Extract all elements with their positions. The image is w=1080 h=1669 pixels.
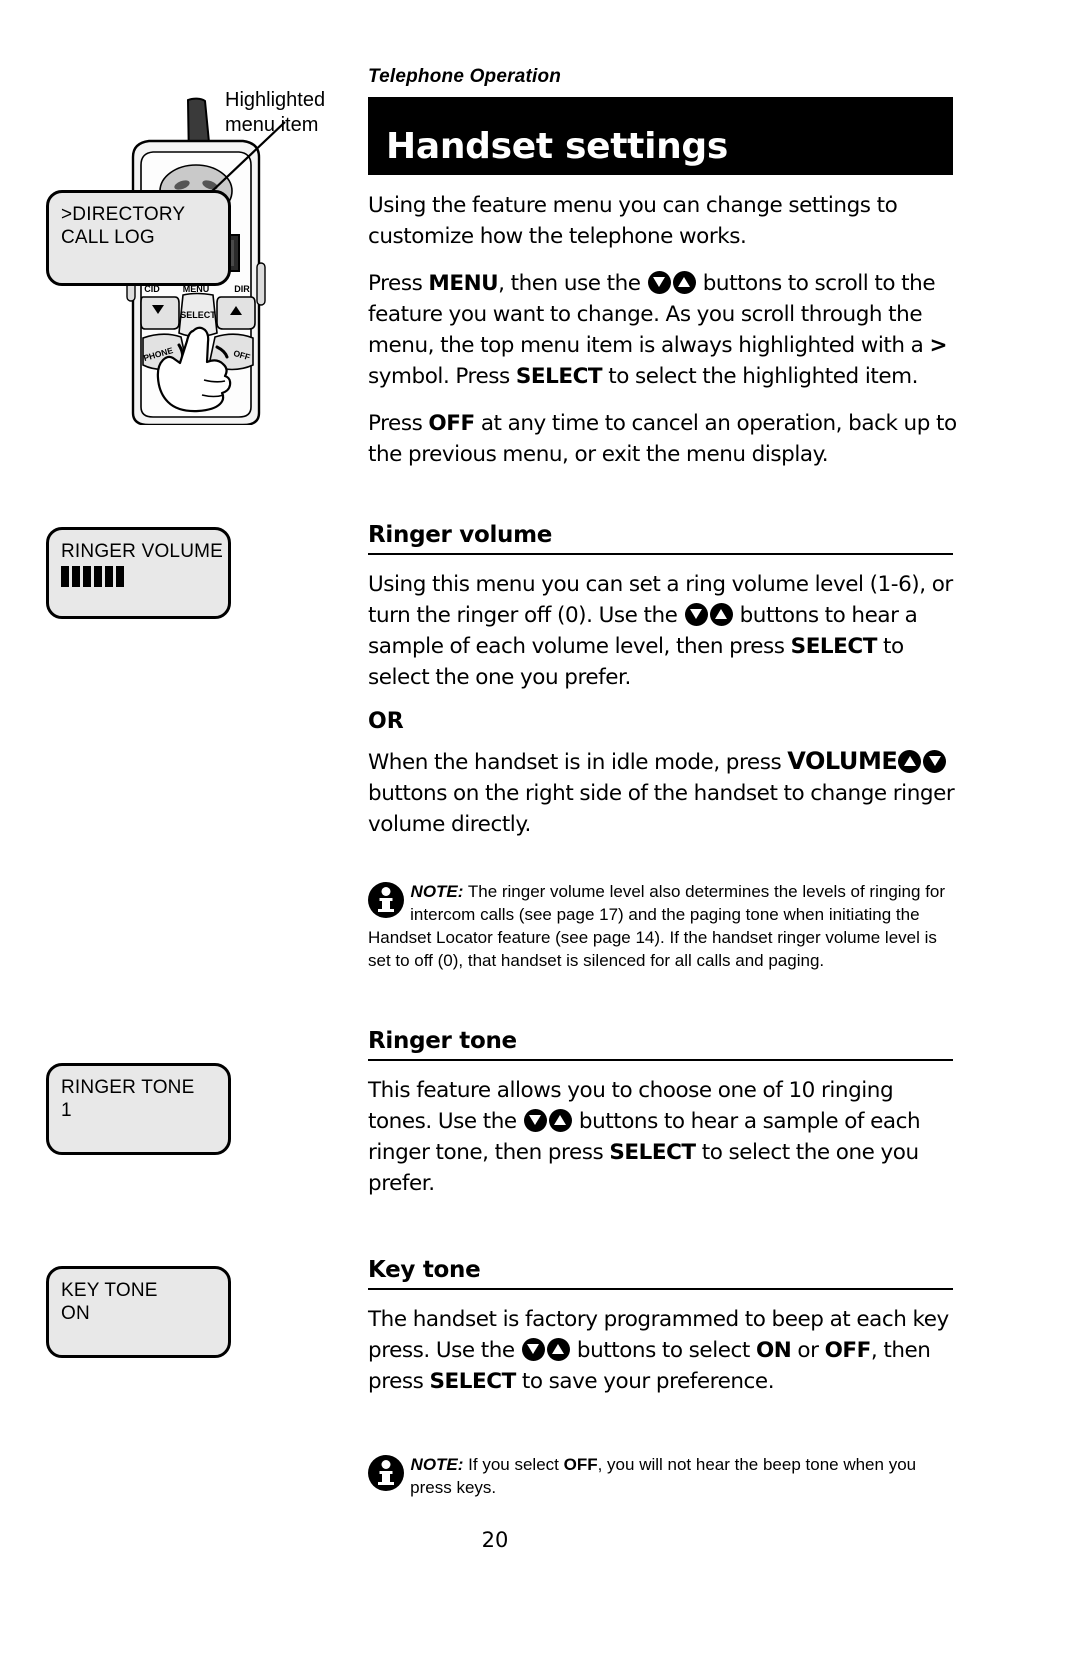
off-key-name: OFF (563, 1455, 598, 1474)
volume-up-icon (546, 1338, 570, 1361)
page-title-banner: Handset settings (368, 97, 953, 175)
or-divider: OR (368, 709, 404, 734)
key-tone-paragraph-1: The handset is factory programmed to bee… (368, 1304, 958, 1397)
ringer-volume-paragraph-2: When the handset is in idle mode, press … (368, 746, 958, 840)
intro-paragraph-3: Press OFF at any time to cancel an opera… (368, 408, 958, 470)
volume-down-icon (923, 750, 947, 773)
intro-p2-a: Press (368, 271, 429, 296)
volume-bar (72, 566, 80, 587)
off-key-name: OFF (428, 411, 475, 436)
note-key-tone: NOTE: If you select OFF, you will not he… (368, 1453, 958, 1499)
screen-key-tone: KEY TONE ON (46, 1266, 231, 1358)
select-key-name: SELECT (515, 364, 603, 389)
note-label: NOTE: (410, 882, 464, 901)
note-key-tone-text: NOTE: If you select OFF, you will not he… (410, 1455, 916, 1497)
intro-p2-e: to select the highlighted item. (602, 364, 918, 389)
rv-p2-b: buttons on the right side of the handset… (368, 781, 955, 837)
screen-key-tone-line1: KEY TONE (61, 1280, 158, 1301)
intro-p3-a: Press (368, 411, 429, 436)
volume-up-icon (548, 1109, 572, 1132)
running-head: Telephone Operation (368, 66, 562, 87)
kt-p1-d: to save your preference. (515, 1369, 775, 1394)
screen-directory-line1: >DIRECTORY (61, 204, 186, 225)
note-label: NOTE: (410, 1455, 464, 1474)
info-icon (368, 882, 404, 918)
select-key-name: SELECT (609, 1140, 696, 1165)
select-key-name: SELECT (429, 1369, 516, 1394)
page-title: Handset settings (386, 126, 729, 167)
screen-ringer-tone-line2: 1 (61, 1100, 72, 1121)
intro-p2-d: symbol. Press (368, 364, 516, 389)
volume-key-name: VOLUME (787, 747, 898, 775)
gt-symbol: > (929, 333, 948, 358)
svg-text:DIR: DIR (234, 284, 250, 294)
select-key-name: SELECT (790, 634, 878, 659)
kt-p1-or: or (791, 1338, 825, 1363)
svg-text:SELECT: SELECT (180, 310, 216, 320)
manual-page: Highlighted menu item CID MENU DIR SELEC… (0, 0, 1080, 1669)
volume-down-icon (521, 1338, 545, 1361)
screen-directory: >DIRECTORY CALL LOG (46, 190, 231, 286)
heading-ringer-volume: Ringer volume (368, 522, 953, 555)
volume-up-icon (898, 750, 922, 773)
heading-ringer-tone: Ringer tone (368, 1028, 953, 1061)
page-number-value: 20 (481, 1528, 509, 1552)
intro-paragraph-1: Using the feature menu you can change se… (368, 193, 898, 249)
info-icon (368, 1455, 404, 1491)
volume-down-icon (684, 603, 708, 626)
screen-ringer-volume: RINGER VOLUME (46, 527, 231, 619)
heading-key-tone: Key tone (368, 1257, 953, 1290)
screen-ringer-tone-line1: RINGER TONE (61, 1077, 195, 1098)
screen-directory-line2: CALL LOG (61, 227, 155, 248)
page-number: 20 (0, 1528, 1080, 1552)
volume-bar (116, 566, 124, 587)
volume-bar (61, 566, 69, 587)
on-key-name: ON (755, 1338, 792, 1363)
kt-p1-b: buttons to select (570, 1338, 756, 1363)
volume-down-icon (647, 271, 671, 294)
rv-p2-a: When the handset is in idle mode, press (368, 750, 788, 775)
volume-bar (94, 566, 102, 587)
volume-bar (83, 566, 91, 587)
off-key-name: OFF (824, 1338, 872, 1363)
ringer-tone-paragraph-1: This feature allows you to choose one of… (368, 1075, 958, 1199)
screen-ringer-volume-line1: RINGER VOLUME (61, 541, 224, 562)
volume-bar (105, 566, 113, 587)
screen-ringer-tone: RINGER TONE 1 (46, 1063, 231, 1155)
note-ringer-volume: NOTE: The ringer volume level also deter… (368, 880, 958, 972)
menu-key-name: MENU (428, 271, 499, 296)
intro-paragraph-2: Press MENU, then use the buttons to scro… (368, 268, 958, 392)
volume-level-bars (61, 566, 216, 587)
volume-up-icon (672, 271, 696, 294)
intro-p2-b: , then use the (498, 271, 647, 296)
note-ringer-volume-text: NOTE: The ringer volume level also deter… (368, 882, 945, 970)
body-content: Using the feature menu you can change se… (368, 190, 958, 1499)
volume-down-icon (523, 1109, 547, 1132)
note-body: If you select (463, 1455, 564, 1474)
ringer-volume-paragraph-1: Using this menu you can set a ring volum… (368, 569, 958, 693)
screen-key-tone-line2: ON (61, 1303, 90, 1324)
volume-up-icon (709, 603, 733, 626)
illustration-column: Highlighted menu item CID MENU DIR SELEC… (0, 0, 365, 1669)
